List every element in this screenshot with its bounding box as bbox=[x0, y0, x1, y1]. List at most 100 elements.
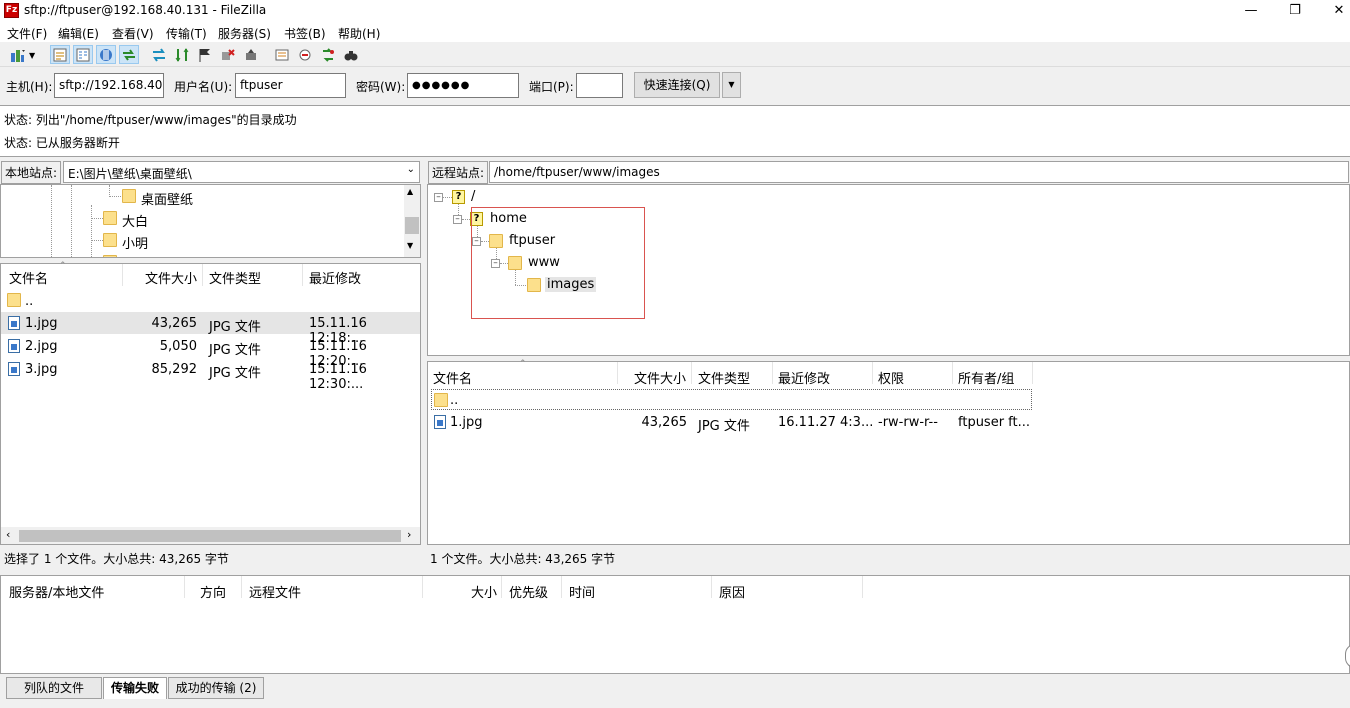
restore-button[interactable]: ❐ bbox=[1272, 0, 1318, 22]
tab-queued-files[interactable]: 列队的文件 bbox=[6, 677, 102, 699]
table-row[interactable]: .. bbox=[1, 289, 420, 311]
port-input[interactable] bbox=[576, 73, 623, 98]
quickconnect-button[interactable]: 快速连接(Q) bbox=[634, 72, 720, 98]
refresh-button[interactable] bbox=[149, 45, 169, 64]
local-file-list: ⌃ 文件名 文件大小 文件类型 最近修改 .. 1.jpg 43,265 JPG… bbox=[0, 261, 421, 545]
table-row[interactable]: 1.jpg 43,265 JPG 文件 15.11.16 12:18:... bbox=[1, 312, 420, 346]
folder-icon bbox=[103, 255, 117, 257]
tab-successful-transfers[interactable]: 成功的传输 (2) bbox=[168, 677, 264, 699]
column-priority[interactable]: 优先级 bbox=[509, 582, 548, 601]
scroll-up-icon[interactable]: ▲ bbox=[407, 187, 413, 196]
sync-browsing-button[interactable] bbox=[318, 45, 338, 64]
local-tree-item[interactable]: 大白 bbox=[122, 211, 148, 230]
folder-icon bbox=[122, 189, 136, 203]
column-filetype[interactable]: 文件类型 bbox=[209, 268, 261, 287]
dropdown-arrow-icon[interactable]: ▼ bbox=[29, 51, 35, 60]
local-tree-scrollbar[interactable]: ▲ ▼ bbox=[404, 185, 420, 257]
table-row[interactable]: .. bbox=[431, 389, 1032, 410]
toggle-queue-button[interactable] bbox=[119, 45, 139, 64]
floating-widget[interactable] bbox=[1345, 644, 1350, 668]
pane-splitter[interactable] bbox=[421, 160, 427, 570]
scroll-right-icon[interactable]: › bbox=[407, 528, 411, 541]
column-remote-file[interactable]: 远程文件 bbox=[249, 582, 301, 601]
toggle-remote-tree-button[interactable] bbox=[96, 45, 116, 64]
cancel-operation-button[interactable] bbox=[195, 45, 215, 64]
local-path-input[interactable]: E:\图片\壁纸\桌面壁纸\ ⌄ bbox=[63, 161, 420, 183]
reconnect-button[interactable] bbox=[241, 45, 261, 64]
chevron-down-icon[interactable]: ⌄ bbox=[407, 164, 415, 175]
table-row[interactable]: 2.jpg 5,050 JPG 文件 15.11.16 12:20:... bbox=[1, 335, 420, 369]
column-size[interactable]: 大小 bbox=[471, 582, 497, 601]
column-server-local-file[interactable]: 服务器/本地文件 bbox=[9, 582, 104, 601]
toggle-local-tree-button[interactable] bbox=[73, 45, 93, 64]
column-owner-group[interactable]: 所有者/组 bbox=[958, 368, 1014, 387]
image-file-icon bbox=[8, 362, 20, 376]
column-modified[interactable]: 最近修改 bbox=[309, 268, 361, 287]
scroll-down-icon[interactable]: ▼ bbox=[407, 241, 413, 250]
column-filetype[interactable]: 文件类型 bbox=[698, 368, 750, 387]
menu-bookmarks[interactable]: 书签(B) bbox=[284, 25, 326, 42]
log-line: 状态: 已从服务器断开 bbox=[4, 136, 120, 150]
column-reason[interactable]: 原因 bbox=[719, 582, 745, 601]
table-row[interactable]: 3.jpg 85,292 JPG 文件 15.11.16 12:30:... bbox=[1, 358, 420, 392]
quickconnect-dropdown-button[interactable]: ▼ bbox=[722, 72, 741, 98]
table-row[interactable]: 1.jpg 43,265 JPG 文件 16.11.27 4:3... -rw-… bbox=[428, 412, 1033, 434]
close-button[interactable]: ✕ bbox=[1316, 0, 1350, 22]
image-file-icon bbox=[434, 415, 446, 429]
image-file-icon bbox=[8, 316, 20, 330]
tree-icon bbox=[76, 48, 90, 61]
sort-ascending-icon: ⌃ bbox=[59, 261, 67, 271]
scroll-left-icon[interactable]: ‹ bbox=[6, 528, 10, 541]
column-filesize[interactable]: 文件大小 bbox=[145, 268, 197, 287]
filter-icon bbox=[275, 49, 289, 60]
quickconnect-bar: 主机(H): sftp://192.168.40.131 用户名(U): ftp… bbox=[0, 67, 1350, 105]
column-time[interactable]: 时间 bbox=[569, 582, 595, 601]
process-queue-icon bbox=[175, 47, 189, 62]
local-tree-item[interactable]: 桌面壁纸 bbox=[141, 189, 193, 208]
menu-server[interactable]: 服务器(S) bbox=[218, 25, 271, 42]
message-log: 状态: 列出"/home/ftpuser/www/images"的目录成功 状态… bbox=[0, 105, 1350, 157]
column-direction[interactable]: 方向 bbox=[200, 582, 226, 601]
column-filesize[interactable]: 文件大小 bbox=[634, 368, 686, 387]
refresh-icon bbox=[153, 47, 165, 62]
collapse-icon[interactable]: – bbox=[453, 215, 462, 224]
menu-edit[interactable]: 编辑(E) bbox=[58, 25, 99, 42]
column-permissions[interactable]: 权限 bbox=[878, 368, 904, 387]
queue-icon bbox=[123, 48, 135, 61]
compare-directories-button[interactable] bbox=[295, 45, 315, 64]
tab-failed-transfers[interactable]: 传输失败 bbox=[103, 677, 167, 699]
local-path-text: E:\图片\壁纸\桌面壁纸\ bbox=[68, 167, 192, 181]
minimize-button[interactable]: — bbox=[1228, 0, 1274, 22]
column-modified[interactable]: 最近修改 bbox=[778, 368, 830, 387]
find-files-button[interactable] bbox=[341, 45, 361, 64]
remote-path-input[interactable]: /home/ftpuser/www/images bbox=[489, 161, 1349, 183]
sync-icon bbox=[323, 47, 334, 62]
site-manager-icon bbox=[11, 49, 25, 62]
remote-site-bar: 远程站点: /home/ftpuser/www/images bbox=[427, 160, 1350, 184]
toggle-log-button[interactable] bbox=[50, 45, 70, 64]
directory-listing-filters-button[interactable] bbox=[272, 45, 292, 64]
local-list-hscrollbar[interactable]: ‹ › bbox=[1, 527, 420, 544]
remote-site-label: 远程站点: bbox=[428, 161, 489, 184]
process-queue-button[interactable] bbox=[172, 45, 192, 64]
disconnect-button[interactable] bbox=[218, 45, 238, 64]
menu-file[interactable]: 文件(F) bbox=[7, 25, 47, 42]
column-filename[interactable]: 文件名 bbox=[433, 368, 472, 387]
menu-transfer[interactable]: 传输(T) bbox=[166, 25, 207, 42]
scrollbar-thumb[interactable] bbox=[405, 217, 419, 234]
collapse-icon[interactable]: – bbox=[434, 193, 443, 202]
local-tree-item[interactable]: 小明 bbox=[122, 233, 148, 252]
username-input[interactable]: ftpuser bbox=[235, 73, 346, 98]
remote-tree-icon bbox=[100, 48, 112, 61]
reconnect-icon bbox=[246, 48, 256, 60]
column-filename[interactable]: 文件名 bbox=[9, 268, 48, 287]
toolbar: ▼ bbox=[0, 42, 1350, 67]
menu-view[interactable]: 查看(V) bbox=[112, 25, 154, 42]
folder-icon bbox=[7, 293, 21, 307]
remote-tree-item[interactable]: / bbox=[471, 189, 475, 204]
scrollbar-thumb[interactable] bbox=[19, 530, 401, 542]
password-input[interactable]: ●●●●●● bbox=[407, 73, 519, 98]
host-input[interactable]: sftp://192.168.40.131 bbox=[54, 73, 164, 98]
folder-icon bbox=[434, 393, 448, 407]
menu-help[interactable]: 帮助(H) bbox=[338, 25, 380, 42]
